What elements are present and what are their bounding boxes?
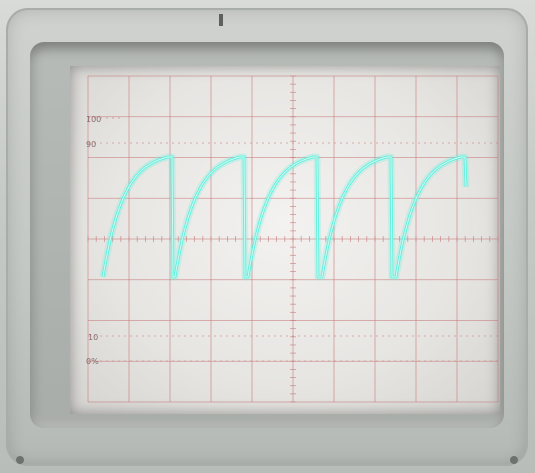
label-0-percent: 0% (86, 357, 99, 366)
graticule-overlay: 100 90 10 0% (86, 75, 499, 403)
label-90: 90 (86, 140, 96, 149)
trace-glow-path (99, 153, 470, 281)
label-100: 100 (86, 115, 101, 124)
oscilloscope-photo: 100 90 10 0% (0, 0, 535, 473)
graticule-grid (87, 75, 499, 403)
label-10: 10 (88, 333, 98, 342)
trace-glow (99, 153, 470, 281)
